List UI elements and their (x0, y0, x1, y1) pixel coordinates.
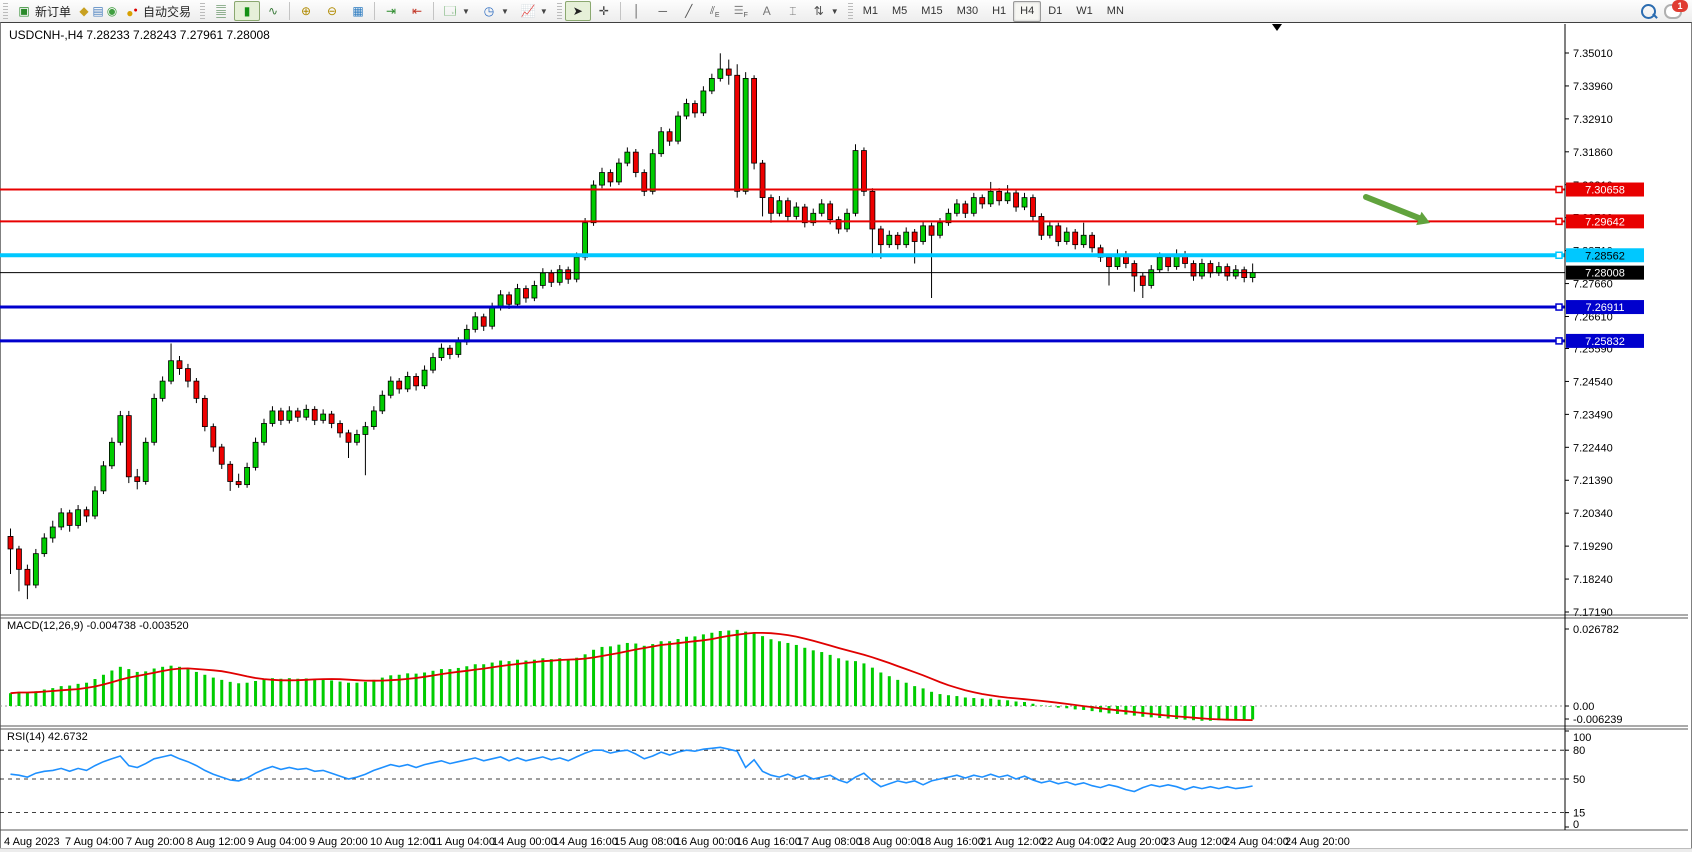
svg-text:10 Aug 12:00: 10 Aug 12:00 (370, 836, 435, 848)
price-axis[interactable]: 7.350107.339607.329107.318607.308107.297… (1565, 48, 1613, 619)
svg-text:16 Aug 00:00: 16 Aug 00:00 (675, 836, 740, 848)
svg-text:22 Aug 04:00: 22 Aug 04:00 (1041, 836, 1106, 848)
svg-text:0.00: 0.00 (1573, 701, 1594, 713)
svg-text:11 Aug 04:00: 11 Aug 04:00 (431, 836, 495, 848)
svg-text:7 Aug 20:00: 7 Aug 20:00 (126, 836, 185, 848)
svg-text:14 Aug 00:00: 14 Aug 00:00 (492, 836, 557, 848)
svg-text:80: 80 (1573, 745, 1585, 757)
rsi-indicator-label: RSI(14) 42.6732 (7, 731, 88, 743)
svg-text:18 Aug 16:00: 18 Aug 16:00 (919, 836, 984, 848)
svg-text:7.33960: 7.33960 (1573, 81, 1613, 93)
svg-text:7.24540: 7.24540 (1573, 376, 1613, 388)
svg-text:7.22440: 7.22440 (1573, 442, 1613, 454)
svg-text:7.31860: 7.31860 (1573, 147, 1613, 159)
svg-text:18 Aug 00:00: 18 Aug 00:00 (858, 836, 923, 848)
rsi-panel[interactable]: 10080 50 150 (0, 731, 1591, 831)
svg-text:15 Aug 08:00: 15 Aug 08:00 (614, 836, 679, 848)
svg-text:7.23490: 7.23490 (1573, 409, 1613, 421)
chart-title: USDCNH-,H4 7.28233 7.28243 7.27961 7.280… (9, 28, 270, 42)
macd-indicator-label: MACD(12,26,9) -0.004738 -0.003520 (7, 620, 189, 632)
svg-text:17 Aug 08:00: 17 Aug 08:00 (797, 836, 862, 848)
svg-text:7.26911: 7.26911 (1586, 302, 1625, 314)
svg-text:-0.006239: -0.006239 (1573, 714, 1623, 726)
chart-shift-marker[interactable] (1272, 24, 1282, 31)
svg-text:7.28008: 7.28008 (1585, 268, 1625, 280)
svg-text:7.32910: 7.32910 (1573, 114, 1613, 126)
svg-text:7.21390: 7.21390 (1573, 475, 1613, 487)
svg-text:24 Aug 20:00: 24 Aug 20:00 (1285, 836, 1350, 848)
svg-text:7.18240: 7.18240 (1573, 574, 1613, 586)
candles-layer (8, 53, 1255, 599)
svg-text:4 Aug 2023: 4 Aug 2023 (4, 836, 60, 848)
svg-text:7.25832: 7.25832 (1585, 336, 1625, 348)
svg-text:7.20340: 7.20340 (1573, 508, 1613, 520)
svg-text:7.28562: 7.28562 (1585, 250, 1625, 262)
time-axis[interactable]: 4 Aug 2023 7 Aug 04:007 Aug 20:008 Aug 12… (4, 836, 1350, 848)
svg-text:24 Aug 04:00: 24 Aug 04:00 (1224, 836, 1289, 848)
svg-text:7.27660: 7.27660 (1573, 279, 1613, 291)
svg-text:14 Aug 16:00: 14 Aug 16:00 (553, 836, 618, 848)
svg-text:7.30658: 7.30658 (1585, 185, 1625, 197)
chart-canvas[interactable]: 7.350107.339607.329107.318607.308107.297… (0, 0, 1692, 852)
svg-text:0.026782: 0.026782 (1573, 624, 1619, 636)
svg-text:9 Aug 04:00: 9 Aug 04:00 (248, 836, 307, 848)
svg-text:15: 15 (1573, 808, 1585, 820)
svg-text:23 Aug 12:00: 23 Aug 12:00 (1163, 836, 1228, 848)
svg-text:21 Aug 12:00: 21 Aug 12:00 (980, 836, 1045, 848)
svg-text:7 Aug 04:00: 7 Aug 04:00 (65, 836, 124, 848)
macd-panel[interactable]: 0.026782 0.00-0.006239 (0, 624, 1623, 726)
svg-text:8 Aug 12:00: 8 Aug 12:00 (187, 836, 246, 848)
svg-text:0: 0 (1573, 819, 1579, 831)
svg-text:7.17190: 7.17190 (1573, 607, 1613, 619)
svg-text:9 Aug 20:00: 9 Aug 20:00 (309, 836, 368, 848)
mt4-window: ▣ 新订单 ◆ ▤ ◉ ●● 自动交易 𝄛 ▮ ∿ ⊕ ⊖ ▦ ⇥ ⇤ 🗔▼ ◷… (0, 0, 1692, 852)
svg-text:50: 50 (1573, 774, 1585, 786)
svg-text:100: 100 (1573, 732, 1591, 744)
svg-text:16 Aug 16:00: 16 Aug 16:00 (736, 836, 801, 848)
svg-text:7.19290: 7.19290 (1573, 541, 1613, 553)
window-bottom-edge (0, 848, 1692, 852)
svg-text:7.29642: 7.29642 (1585, 216, 1625, 228)
svg-text:7.35010: 7.35010 (1573, 48, 1613, 60)
svg-text:22 Aug 20:00: 22 Aug 20:00 (1102, 836, 1167, 848)
